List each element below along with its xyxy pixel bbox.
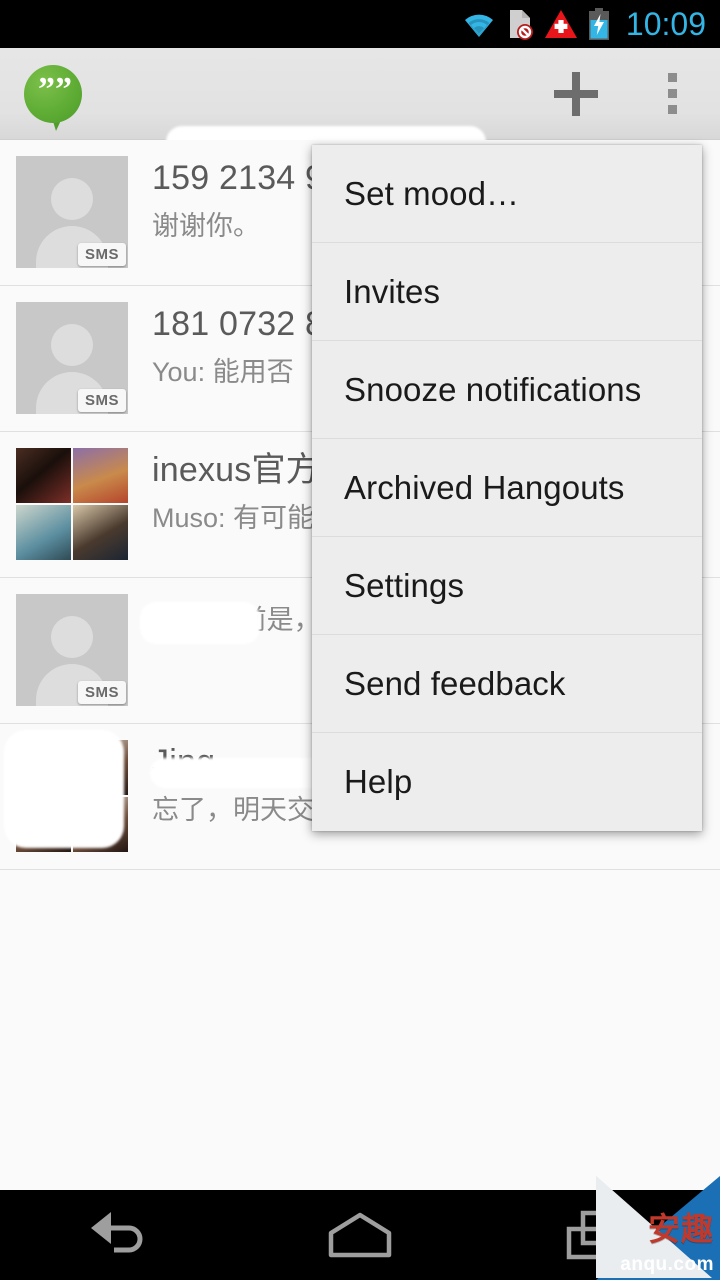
nav-back-button[interactable] bbox=[40, 1190, 200, 1280]
group-avatar-tile bbox=[73, 448, 128, 503]
avatar-head bbox=[51, 616, 93, 658]
site-watermark: 安趣 anqu.com bbox=[596, 1176, 720, 1280]
menu-item-set-mood[interactable]: Set mood… bbox=[312, 145, 702, 243]
back-arrow-icon bbox=[91, 1212, 143, 1253]
overflow-popup-menu[interactable]: Set mood… Invites Snooze notifications A… bbox=[312, 145, 702, 831]
group-photo-grid-avatar bbox=[16, 448, 128, 560]
warning-triangle-icon bbox=[544, 10, 577, 38]
group-avatar-tile bbox=[16, 505, 71, 560]
menu-item-send-feedback[interactable]: Send feedback bbox=[312, 635, 702, 733]
plus-icon bbox=[554, 71, 598, 116]
group-avatar-tile bbox=[16, 448, 71, 503]
default-person-avatar: SMS bbox=[16, 156, 128, 268]
default-person-avatar: SMS bbox=[16, 594, 128, 706]
action-bar: ” ” bbox=[0, 48, 720, 178]
hangouts-icon[interactable]: ” ” bbox=[24, 64, 82, 131]
overflow-menu-icon bbox=[667, 73, 677, 114]
battery-charging-icon bbox=[588, 8, 609, 40]
menu-item-settings[interactable]: Settings bbox=[312, 537, 702, 635]
sms-badge: SMS bbox=[77, 243, 126, 266]
sms-badge: SMS bbox=[77, 389, 126, 412]
status-bar-clock: 10:09 bbox=[625, 6, 706, 42]
account-title-area[interactable] bbox=[82, 48, 556, 178]
status-bar: 10:09 bbox=[0, 0, 720, 48]
device-screen: 10:09 ” ” p C bbox=[0, 0, 720, 1280]
menu-item-snooze-notifications[interactable]: Snooze notifications bbox=[312, 341, 702, 439]
redaction-overlay-name bbox=[140, 602, 260, 644]
hangouts-quote-right: ” bbox=[55, 70, 72, 108]
menu-item-invites[interactable]: Invites bbox=[312, 243, 702, 341]
sms-badge: SMS bbox=[77, 681, 126, 704]
overflow-menu-button[interactable] bbox=[624, 48, 720, 140]
hangouts-quote-left: ” bbox=[38, 70, 55, 108]
avatar-head bbox=[51, 178, 93, 220]
new-hangout-button[interactable] bbox=[528, 48, 624, 140]
group-avatar-tile bbox=[73, 505, 128, 560]
menu-item-archived-hangouts[interactable]: Archived Hangouts bbox=[312, 439, 702, 537]
home-icon bbox=[328, 1212, 392, 1258]
nav-home-button[interactable] bbox=[280, 1190, 440, 1280]
default-person-avatar: SMS bbox=[16, 302, 128, 414]
menu-item-help[interactable]: Help bbox=[312, 733, 702, 831]
watermark-brand-cn: 安趣 bbox=[647, 1210, 714, 1248]
redaction-overlay-avatar bbox=[4, 730, 124, 848]
wifi-icon bbox=[464, 14, 493, 37]
watermark-url: anqu.com bbox=[620, 1254, 714, 1275]
avatar-head bbox=[51, 324, 93, 366]
sim-card-blocked-icon bbox=[509, 10, 533, 40]
